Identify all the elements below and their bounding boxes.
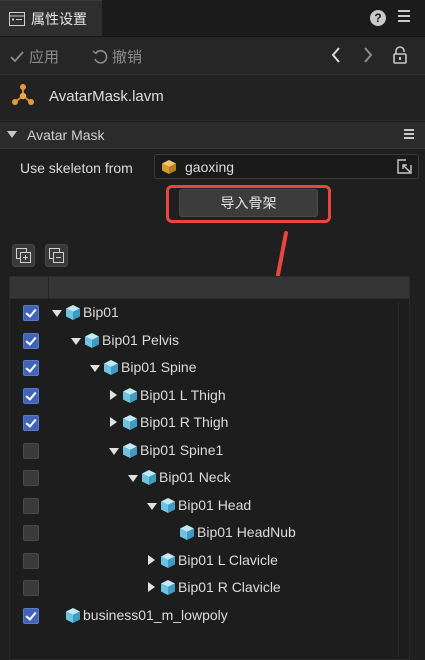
- chevron-left-icon[interactable]: [331, 46, 341, 64]
- expanded-arrow-icon[interactable]: [109, 447, 119, 455]
- package-icon: [162, 160, 176, 174]
- bone-cube-icon: [65, 304, 81, 324]
- bone-cube-icon: [179, 524, 195, 544]
- tree-row[interactable]: Bip01 R Clavicle: [10, 574, 390, 601]
- collapsed-arrow-icon[interactable]: [148, 554, 155, 565]
- expanded-arrow-icon[interactable]: [128, 475, 138, 482]
- tree-row[interactable]: Bip01 Neck: [10, 464, 390, 491]
- tree-row[interactable]: Bip01 Spine1: [10, 437, 390, 464]
- bone-label: Bip01 R Clavicle: [178, 579, 281, 595]
- tree-row[interactable]: Bip01 Pelvis: [10, 327, 390, 354]
- chevron-right-icon[interactable]: [363, 46, 373, 64]
- avatar-mask-section-header[interactable]: Avatar Mask: [0, 122, 425, 149]
- bone-cube-icon: [103, 359, 119, 379]
- bone-cube-icon: [122, 387, 138, 407]
- bone-checkbox[interactable]: [23, 305, 39, 321]
- bone-cube-icon: [141, 469, 157, 489]
- bone-label: Bip01 L Clavicle: [178, 551, 278, 568]
- bone-label: Bip01: [83, 304, 119, 320]
- bone-cube-icon: [160, 497, 176, 517]
- tree-scrollbar[interactable]: [398, 302, 407, 657]
- bone-tree: Bip01 Bip01 Pelvis Bip01 Spine Bip01 L Thig…: [9, 276, 410, 660]
- collapsed-arrow-icon[interactable]: [110, 389, 117, 400]
- collapse-caret-icon[interactable]: [7, 131, 17, 138]
- bone-checkbox[interactable]: [23, 442, 39, 459]
- bone-cube-icon: [122, 414, 138, 434]
- bone-cube-icon: [160, 579, 176, 599]
- tree-row[interactable]: Bip01: [10, 299, 390, 326]
- skeleton-field[interactable]: gaoxing: [154, 154, 419, 179]
- tab-properties[interactable]: 属性设置: [0, 0, 102, 36]
- check-icon: [10, 50, 24, 62]
- section-menu-icon[interactable]: [404, 129, 414, 141]
- skeleton-label: Use skeleton from: [20, 160, 133, 176]
- bone-checkbox[interactable]: [23, 497, 39, 514]
- bone-label: Bip01 Neck: [159, 469, 231, 485]
- bone-label: Bip01 Pelvis: [102, 331, 180, 348]
- undo-icon: [92, 49, 108, 64]
- molecule-icon: [12, 84, 34, 105]
- bone-cube-icon: [122, 442, 138, 462]
- tree-row[interactable]: business01_m_lowpoly: [10, 602, 390, 629]
- bone-checkbox[interactable]: [23, 525, 39, 541]
- help-icon[interactable]: ?: [370, 10, 386, 26]
- expanded-arrow-icon[interactable]: [71, 337, 81, 345]
- collapsed-arrow-icon[interactable]: [110, 417, 117, 427]
- bone-label: Bip01 L Thigh: [140, 386, 226, 403]
- tree-row[interactable]: Bip01 L Thigh: [10, 382, 390, 409]
- lock-icon[interactable]: [393, 46, 407, 64]
- revert-label: 撤销: [112, 49, 143, 66]
- section-title: Avatar Mask: [27, 127, 105, 143]
- tree-row[interactable]: Bip01 L Clavicle: [10, 547, 390, 574]
- bone-checkbox[interactable]: [23, 552, 39, 569]
- bone-cube-icon: [65, 607, 81, 627]
- tree-row[interactable]: Bip01 HeadNub: [10, 519, 390, 546]
- tree-row[interactable]: Bip01 Spine: [10, 354, 390, 381]
- expand-all-icon: [16, 248, 31, 263]
- expand-all-button[interactable]: [12, 244, 35, 267]
- collapsed-arrow-icon[interactable]: [148, 582, 155, 592]
- bone-label: Bip01 HeadNub: [197, 524, 296, 540]
- object-picker-icon[interactable]: [397, 159, 412, 174]
- asset-name: AvatarMask.lavm: [49, 88, 164, 105]
- panel-menu-icon[interactable]: [398, 10, 410, 24]
- collapse-all-icon: [49, 248, 64, 263]
- bone-cube-icon: [160, 552, 176, 572]
- tab-title: 属性设置: [31, 10, 87, 27]
- bone-label: Bip01 R Thigh: [140, 414, 229, 430]
- asset-header: AvatarMask.lavm: [0, 75, 425, 121]
- bone-checkbox[interactable]: [23, 332, 39, 349]
- expanded-arrow-icon[interactable]: [52, 310, 62, 317]
- toolbar: 应用 撤销: [0, 37, 425, 75]
- bone-label: Bip01 Spine: [121, 359, 197, 375]
- bone-checkbox[interactable]: [23, 580, 39, 596]
- expanded-arrow-icon[interactable]: [147, 502, 157, 510]
- bone-checkbox[interactable]: [23, 470, 39, 486]
- tree-header: [10, 277, 409, 299]
- bone-label: Bip01 Head: [178, 496, 252, 513]
- bone-checkbox[interactable]: [23, 387, 39, 404]
- tree-row[interactable]: Bip01 Head: [10, 492, 390, 519]
- bone-checkbox[interactable]: [23, 607, 39, 624]
- bone-cube-icon: [84, 332, 100, 352]
- tree-row[interactable]: Bip01 R Thigh: [10, 409, 390, 436]
- inspector-icon: [9, 11, 25, 26]
- bone-label: business01_m_lowpoly: [83, 606, 228, 623]
- import-skeleton-button[interactable]: 导入骨架: [179, 189, 318, 217]
- apply-button[interactable]: 应用: [9, 46, 59, 67]
- revert-button[interactable]: 撤销: [92, 46, 142, 67]
- panel-titlebar: 属性设置 ?: [0, 0, 425, 37]
- collapse-all-button[interactable]: [45, 244, 68, 267]
- expanded-arrow-icon[interactable]: [90, 365, 100, 372]
- apply-label: 应用: [29, 49, 60, 66]
- bone-label: Bip01 Spine1: [140, 441, 224, 458]
- bone-checkbox[interactable]: [23, 415, 39, 431]
- skeleton-value: gaoxing: [185, 159, 235, 175]
- bone-checkbox[interactable]: [23, 360, 39, 376]
